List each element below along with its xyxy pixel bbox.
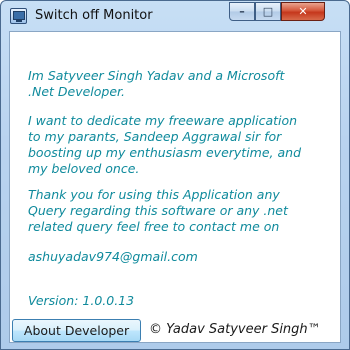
monitor-icon[interactable] bbox=[10, 8, 27, 24]
window-title: Switch off Monitor bbox=[35, 8, 153, 23]
intro-text: Im Satyveer Singh Yadav and a Microsoft … bbox=[28, 68, 285, 99]
email-text: ashuyadav974@gmail.com bbox=[28, 249, 198, 264]
title-bar[interactable]: Switch off Monitor – □ ✕ bbox=[1, 1, 349, 31]
close-button[interactable]: ✕ bbox=[281, 2, 325, 21]
minimize-button[interactable]: – bbox=[229, 2, 255, 21]
client-area: Im Satyveer Singh Yadav and a Microsoft … bbox=[9, 31, 341, 343]
about-window: Switch off Monitor – □ ✕ Im Satyveer Sin… bbox=[0, 0, 350, 350]
maximize-button[interactable]: □ bbox=[255, 2, 281, 21]
dedication-text: I want to dedicate my freeware applicati… bbox=[28, 113, 302, 176]
thanks-text: Thank you for using this Application any… bbox=[28, 187, 288, 234]
version-text: Version: 1.0.0.13 bbox=[28, 293, 135, 308]
about-developer-button[interactable]: About Developer bbox=[12, 319, 141, 342]
copyright-text: © Yadav Satyveer Singh™ bbox=[149, 322, 321, 337]
